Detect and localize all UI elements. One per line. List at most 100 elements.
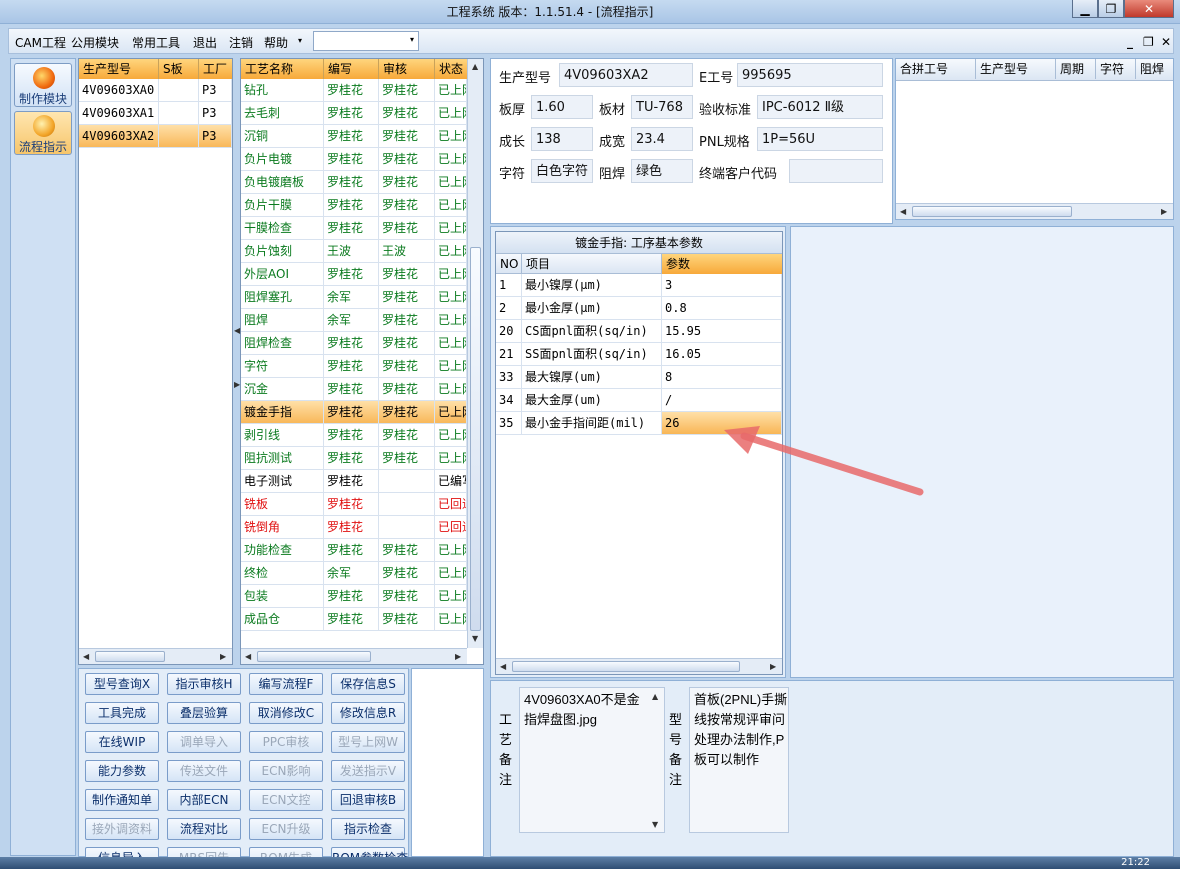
col-s-board[interactable]: S板	[159, 59, 199, 79]
close-button[interactable]: ✕	[1124, 0, 1174, 18]
models-hscroll[interactable]: ◀ ▶	[79, 648, 232, 664]
col-model[interactable]: 生产型号	[79, 59, 159, 79]
nav-make-module[interactable]: 制作模块	[14, 63, 72, 107]
table-row[interactable]: 阻焊检查罗桂花罗桂花已上网	[241, 332, 467, 355]
col-process-name[interactable]: 工艺名称	[241, 59, 324, 79]
menu-cam[interactable]: CAM工程	[15, 34, 66, 51]
nav-process-instruction[interactable]: 流程指示	[14, 111, 72, 155]
info-length-value[interactable]: 138	[531, 127, 593, 151]
info-legend-value[interactable]: 白色字符	[531, 159, 593, 183]
col-factory[interactable]: 工厂	[199, 59, 232, 79]
menu-common-tools[interactable]: 常用工具	[132, 34, 180, 51]
info-standard-value[interactable]: IPC-6012 Ⅱ级	[757, 95, 883, 119]
table-row[interactable]: 铣板罗桂花 已回退	[241, 493, 467, 516]
table-row[interactable]: 沉金罗桂花罗桂花已上网	[241, 378, 467, 401]
scroll-thumb[interactable]	[95, 651, 165, 662]
action-button[interactable]: 编写流程F	[249, 673, 323, 695]
table-row[interactable]: 去毛刺罗桂花罗桂花已上网	[241, 102, 467, 125]
col-status[interactable]: 状态	[435, 59, 467, 79]
col-combine-model[interactable]: 生产型号	[976, 59, 1056, 79]
action-button[interactable]: 调单导入	[167, 731, 241, 753]
table-row[interactable]: 外层AOI罗桂花罗桂花已上网	[241, 263, 467, 286]
scroll-thumb[interactable]	[512, 661, 740, 672]
table-row[interactable]: 剥引线罗桂花罗桂花已上网	[241, 424, 467, 447]
table-cell[interactable]: 3	[662, 274, 782, 297]
table-row[interactable]: 成品仓罗桂花罗桂花已上网	[241, 608, 467, 631]
mdi-restore-button[interactable]: ❐	[1143, 35, 1154, 49]
table-row[interactable]: 沉铜罗桂花罗桂花已上网	[241, 125, 467, 148]
action-button[interactable]: 在线WIP	[85, 731, 159, 753]
action-button[interactable]: 指示检查	[331, 818, 405, 840]
scroll-down-icon[interactable]: ▼	[652, 820, 658, 829]
table-row[interactable]: 33 最大镍厚(um) 8	[496, 366, 782, 389]
toolbar-combo[interactable]: ▾	[313, 31, 419, 51]
table-row[interactable]: 包装罗桂花罗桂花已上网	[241, 585, 467, 608]
info-customer-code-value[interactable]	[789, 159, 883, 183]
table-row[interactable]: 34 最大金厚(um) /	[496, 389, 782, 412]
col-value[interactable]: 参数	[662, 254, 782, 274]
scroll-left-icon[interactable]: ◀	[900, 207, 906, 216]
scroll-right-icon[interactable]: ▶	[1161, 207, 1167, 216]
table-row[interactable]: 35 最小金手指间距(mil) 26	[496, 412, 782, 435]
table-row[interactable]: 4V09603XA0 P3	[79, 79, 232, 102]
table-cell[interactable]: 0.8	[662, 297, 782, 320]
table-cell[interactable]: 8	[662, 366, 782, 389]
table-row[interactable]: 阻焊塞孔余军罗桂花已上网	[241, 286, 467, 309]
mdi-close-button[interactable]: ✕	[1161, 35, 1171, 49]
minimize-button[interactable]: ▁	[1072, 0, 1098, 18]
menu-overflow-icon[interactable]: ▾	[298, 36, 302, 45]
col-author[interactable]: 编写	[324, 59, 379, 79]
action-button[interactable]: 修改信息R	[331, 702, 405, 724]
mdi-minimize-button[interactable]: _	[1127, 35, 1133, 49]
col-reviewer[interactable]: 审核	[379, 59, 435, 79]
action-button[interactable]: 流程对比	[167, 818, 241, 840]
process-remark-box[interactable]: 4V09603XA0不是金指焊盘图.jpg ▲ ▼	[519, 687, 665, 833]
action-button[interactable]: 工具完成	[85, 702, 159, 724]
menu-help[interactable]: 帮助	[264, 34, 288, 51]
action-button[interactable]: ECN影响	[249, 760, 323, 782]
info-thickness-value[interactable]: 1.60	[531, 95, 593, 119]
table-row[interactable]: 干膜检查罗桂花罗桂花已上网	[241, 217, 467, 240]
table-row[interactable]: 1 最小镍厚(μm) 3	[496, 274, 782, 297]
table-row[interactable]: 21 SS面pnl面积(sq/in) 16.05	[496, 343, 782, 366]
scroll-left-icon[interactable]: ◀	[83, 652, 89, 661]
action-button[interactable]: 保存信息S	[331, 673, 405, 695]
model-remark-box[interactable]: 首板(2PNL)手撕线按常规评审问处理办法制作,P板可以制作	[689, 687, 789, 833]
info-solder-mask-value[interactable]: 绿色	[631, 159, 693, 183]
info-pnl-value[interactable]: 1P=56U	[757, 127, 883, 151]
scroll-left-icon[interactable]: ◀	[245, 652, 251, 661]
scroll-right-icon[interactable]: ▶	[455, 652, 461, 661]
action-button[interactable]: 能力参数	[85, 760, 159, 782]
splitter-left-icon[interactable]: ◀	[234, 326, 240, 335]
table-cell[interactable]: 16.05	[662, 343, 782, 366]
table-cell[interactable]: /	[662, 389, 782, 412]
table-row[interactable]: 负片电镀罗桂花罗桂花已上网	[241, 148, 467, 171]
table-row[interactable]: 阻焊余军罗桂花已上网	[241, 309, 467, 332]
params-hscroll[interactable]: ◀ ▶	[496, 658, 782, 674]
col-combine-mask[interactable]: 阻焊	[1136, 59, 1173, 79]
table-row[interactable]: 镀金手指罗桂花罗桂花已上网	[241, 401, 467, 424]
action-button[interactable]: 内部ECN	[167, 789, 241, 811]
action-button[interactable]: ECN文控	[249, 789, 323, 811]
table-cell[interactable]: 26	[662, 412, 782, 435]
action-button[interactable]: 型号查询X	[85, 673, 159, 695]
table-row[interactable]: 功能检查罗桂花罗桂花已上网	[241, 539, 467, 562]
scroll-up-icon[interactable]: ▲	[472, 62, 478, 71]
scroll-down-icon[interactable]: ▼	[472, 634, 478, 643]
scroll-right-icon[interactable]: ▶	[770, 662, 776, 671]
splitter-handle[interactable]: ◀ ▶	[234, 320, 240, 400]
menu-common-module[interactable]: 公用模块	[71, 34, 119, 51]
scroll-left-icon[interactable]: ◀	[500, 662, 506, 671]
combine-hscroll[interactable]: ◀ ▶	[896, 203, 1173, 219]
scroll-thumb[interactable]	[470, 247, 481, 631]
table-row[interactable]: 2 最小金厚(μm) 0.8	[496, 297, 782, 320]
table-row[interactable]: 字符罗桂花罗桂花已上网	[241, 355, 467, 378]
process-vscroll[interactable]: ▲ ▼	[467, 59, 483, 648]
scroll-up-icon[interactable]: ▲	[652, 692, 658, 701]
info-model-value[interactable]: 4V09603XA2	[559, 63, 693, 87]
action-button[interactable]: 制作通知单	[85, 789, 159, 811]
table-row[interactable]: 20 CS面pnl面积(sq/in) 15.95	[496, 320, 782, 343]
menu-logout[interactable]: 注销	[229, 34, 253, 51]
info-e-number-value[interactable]: 995695	[737, 63, 883, 87]
process-hscroll[interactable]: ◀ ▶	[241, 648, 467, 664]
